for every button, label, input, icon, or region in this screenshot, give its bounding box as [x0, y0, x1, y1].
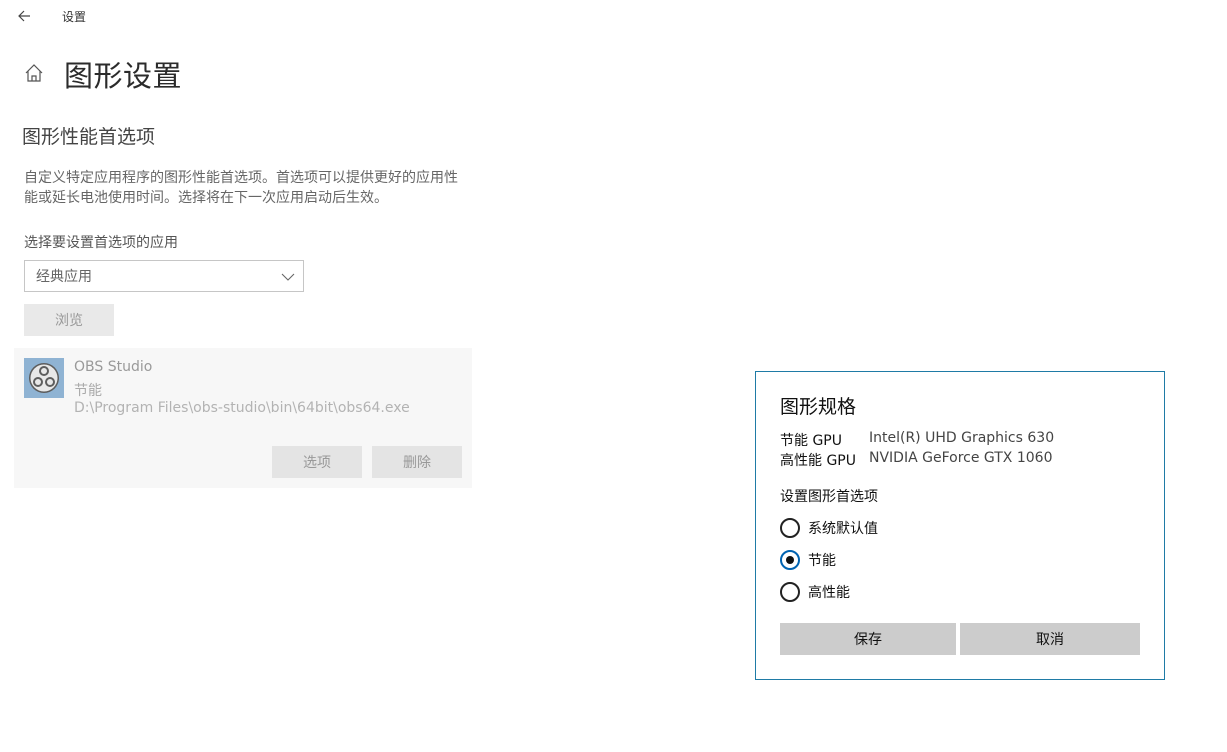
section-description: 自定义特定应用程序的图形性能首选项。首选项可以提供更好的应用性能或延长电池使用时…: [24, 170, 458, 206]
home-icon[interactable]: [23, 62, 45, 84]
preference-label: 设置图形首选项: [780, 489, 878, 505]
radio-button-icon[interactable]: [780, 582, 800, 602]
section-title: 图形性能首选项: [22, 126, 156, 148]
radio-power-saving[interactable]: 节能: [780, 549, 836, 571]
radio-label: 系统默认值: [808, 521, 878, 537]
app-name: OBS Studio: [74, 359, 153, 375]
back-arrow-icon[interactable]: [14, 6, 36, 26]
window-title: 设置: [62, 10, 87, 24]
obs-app-icon: [24, 358, 64, 398]
radio-button-icon[interactable]: [780, 518, 800, 538]
page-title: 图形设置: [64, 59, 183, 93]
app-path: D:\Program Files\obs-studio\bin\64bit\ob…: [74, 400, 410, 416]
chevron-down-icon: [281, 269, 295, 283]
radio-high-performance[interactable]: 高性能: [780, 581, 850, 603]
radio-label: 节能: [808, 553, 836, 569]
options-button[interactable]: 选项: [272, 446, 362, 478]
spec-value-high-performance: NVIDIA GeForce GTX 1060: [869, 450, 1053, 466]
dropdown-value: 经典应用: [36, 269, 92, 285]
radio-button-icon[interactable]: [780, 550, 800, 570]
app-preference: 节能: [74, 383, 102, 399]
radio-system-default[interactable]: 系统默认值: [780, 517, 878, 539]
dialog-title: 图形规格: [780, 396, 857, 418]
select-app-label: 选择要设置首选项的应用: [24, 235, 178, 251]
browse-button[interactable]: 浏览: [24, 304, 114, 336]
spec-label-high-performance: 高性能 GPU: [780, 453, 856, 469]
spec-value-power-saving: Intel(R) UHD Graphics 630: [869, 430, 1055, 446]
app-type-dropdown[interactable]: 经典应用: [24, 260, 304, 292]
spec-label-power-saving: 节能 GPU: [780, 433, 842, 449]
delete-button[interactable]: 删除: [372, 446, 462, 478]
save-button[interactable]: 保存: [780, 623, 956, 655]
cancel-button[interactable]: 取消: [960, 623, 1140, 655]
radio-selected-dot: [786, 556, 794, 564]
radio-label: 高性能: [808, 585, 850, 601]
